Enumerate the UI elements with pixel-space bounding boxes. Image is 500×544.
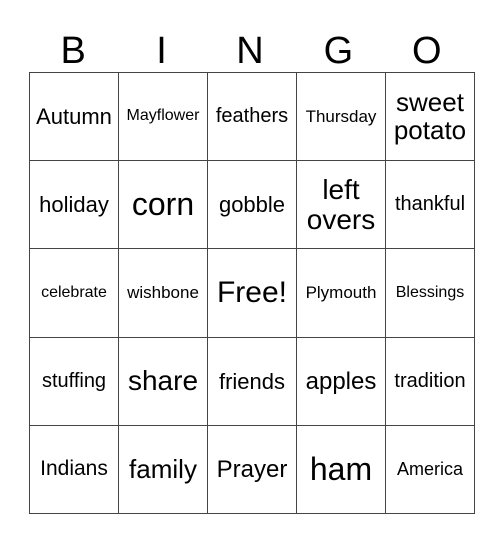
bingo-cell[interactable]: corn (118, 160, 208, 250)
bingo-cell[interactable]: Blessings (385, 248, 475, 338)
bingo-cell[interactable]: left overs (296, 160, 386, 250)
bingo-cell[interactable]: holiday (29, 160, 119, 250)
grid-row: Autumn Mayflower feathers Thursday sweet… (29, 71, 475, 162)
bingo-cell[interactable]: Autumn (29, 71, 119, 162)
bingo-cell[interactable]: Mayflower (118, 71, 208, 162)
bingo-grid: Autumn Mayflower feathers Thursday sweet… (29, 71, 475, 515)
free-space-cell[interactable]: Free! (207, 248, 297, 338)
bingo-cell[interactable]: feathers (207, 71, 297, 162)
grid-row: Indians family Prayer ham America (29, 424, 475, 515)
grid-row: celebrate wishbone Free! Plymouth Blessi… (29, 248, 475, 338)
header-letter-o: O (411, 30, 442, 72)
bingo-cell[interactable]: wishbone (118, 248, 208, 338)
bingo-cell[interactable]: thankful (385, 160, 475, 250)
header-letter-b: B (60, 30, 86, 72)
bingo-cell[interactable]: tradition (385, 336, 475, 426)
bingo-cell[interactable]: Thursday (296, 71, 386, 162)
bingo-cell[interactable]: Prayer (207, 424, 297, 515)
bingo-header: B I N G O (29, 30, 471, 72)
bingo-cell[interactable]: gobble (207, 160, 297, 250)
bingo-cell[interactable]: share (118, 336, 208, 426)
grid-row: holiday corn gobble left overs thankful (29, 160, 475, 250)
bingo-cell[interactable]: America (385, 424, 475, 515)
header-letter-g: G (323, 30, 354, 72)
bingo-cell[interactable]: Indians (29, 424, 119, 515)
bingo-cell[interactable]: stuffing (29, 336, 119, 426)
bingo-cell[interactable]: friends (207, 336, 297, 426)
header-letter-n: N (236, 30, 264, 72)
bingo-cell[interactable]: family (118, 424, 208, 515)
bingo-cell[interactable]: sweet potato (385, 71, 475, 162)
bingo-cell[interactable]: apples (296, 336, 386, 426)
bingo-cell[interactable]: Plymouth (296, 248, 386, 338)
grid-row: stuffing share friends apples tradition (29, 336, 475, 426)
header-letter-i: I (156, 30, 167, 72)
bingo-cell[interactable]: celebrate (29, 248, 119, 338)
bingo-cell[interactable]: ham (296, 424, 386, 515)
